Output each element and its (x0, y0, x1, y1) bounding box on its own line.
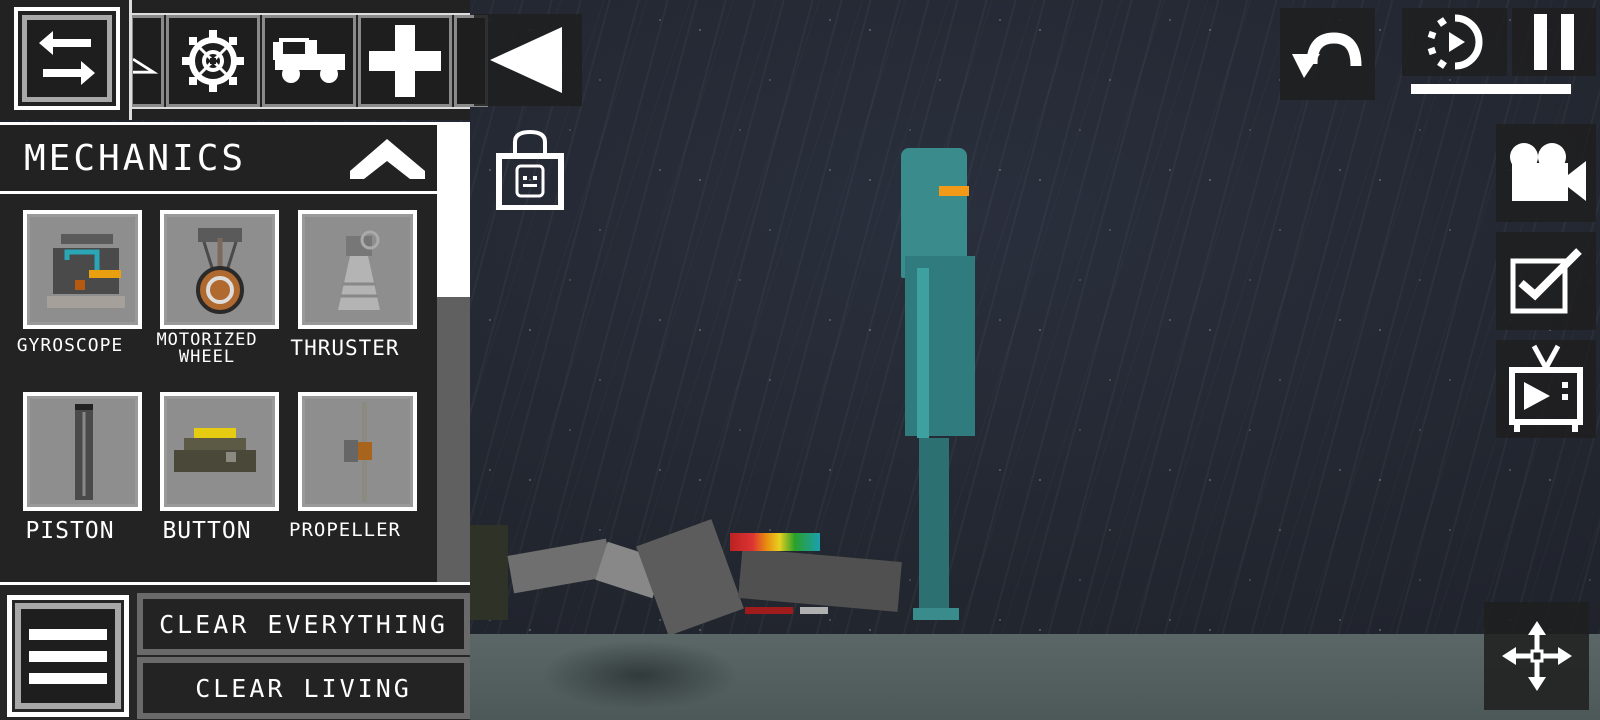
ground (470, 634, 1600, 720)
swap-button[interactable] (14, 7, 120, 110)
item-label: PISTON (25, 518, 115, 544)
item-thumbnail[interactable] (160, 210, 279, 329)
tv-button[interactable] (1496, 340, 1596, 438)
button-icon (173, 427, 256, 472)
motorized-wheel-icon (195, 227, 244, 314)
android-visor (939, 186, 969, 196)
android-torso (905, 256, 975, 436)
item-thumbnail[interactable] (23, 210, 142, 329)
camera-button[interactable] (1496, 124, 1596, 222)
slow-motion-button[interactable] (1402, 8, 1507, 76)
item-label: THRUSTER (290, 336, 400, 360)
tv-play-icon (1509, 344, 1583, 432)
triangle-left-icon (490, 27, 562, 93)
checkbox-checked-icon (1510, 248, 1582, 314)
undo-button[interactable] (1280, 8, 1375, 100)
item-label-line2: WHEEL (178, 347, 236, 367)
undo-arrow-icon (1291, 32, 1361, 78)
item-thumbnail[interactable] (23, 392, 142, 511)
pause-button[interactable] (1512, 8, 1596, 76)
collapse-panel-button[interactable] (474, 14, 582, 106)
item-thumbnail[interactable] (298, 392, 417, 511)
tab-vehicles[interactable] (262, 15, 356, 107)
category-header[interactable]: MECHANICS (0, 122, 437, 194)
lock-face-icon (496, 129, 564, 210)
lock-button[interactable] (490, 126, 570, 212)
clear-living-button[interactable]: CLEAR LIVING (137, 657, 470, 719)
android-leg (919, 438, 949, 613)
wreck-part (738, 548, 902, 612)
category-title: MECHANICS (24, 137, 247, 179)
tab-divider (129, 0, 132, 120)
android-foot (913, 608, 959, 620)
slow-motion-level-bar (1411, 84, 1571, 94)
gear-wheel-icon (182, 30, 244, 92)
ground-stain (540, 640, 740, 710)
swap-arrows-icon (39, 30, 95, 85)
item-label: GYROSCOPE (16, 335, 124, 356)
partial-tab-icon (133, 57, 159, 74)
hamburger-icon (15, 603, 121, 709)
item-scrollbar[interactable] (437, 122, 470, 582)
propeller-icon (343, 401, 372, 502)
move-arrows-icon (1501, 621, 1572, 691)
scrollbar-thumb[interactable] (437, 122, 470, 297)
wreck-part (636, 519, 744, 636)
move-tool-button[interactable] (1484, 602, 1589, 710)
piston-icon (74, 403, 93, 500)
pause-icon (1534, 14, 1574, 70)
wreck-part (470, 525, 508, 620)
health-bar-grey (800, 607, 828, 614)
select-button[interactable] (1496, 232, 1596, 330)
item-label: PROPELLER (289, 519, 401, 541)
item-grid: GYROSCOPE MOTORIZED WHEEL THRUSTER PISTO… (0, 194, 437, 582)
health-bar-red (745, 607, 793, 614)
rainbow-object (730, 533, 820, 551)
machinery-wreck[interactable] (470, 519, 902, 636)
jeep-icon (273, 38, 345, 83)
item-thumbnail[interactable] (298, 210, 417, 329)
android-torso-highlight (917, 268, 929, 438)
clear-everything-label: CLEAR EVERYTHING (143, 599, 464, 649)
gyroscope-icon (46, 233, 125, 308)
slow-motion-icon (1427, 14, 1482, 70)
bottom-panel: CLEAR EVERYTHING CLEAR LIVING (0, 582, 470, 720)
android-character[interactable] (895, 148, 975, 628)
thruster-icon (337, 230, 380, 310)
movie-camera-icon (1510, 143, 1586, 201)
category-tab-bar (0, 0, 488, 120)
tab-medical[interactable] (358, 15, 452, 107)
plus-icon (369, 25, 441, 97)
menu-button[interactable] (7, 595, 129, 717)
tab-partial-previous[interactable] (130, 15, 164, 107)
chevron-up-icon[interactable] (350, 135, 425, 183)
clear-living-label: CLEAR LIVING (143, 663, 464, 713)
wreck-part (507, 538, 613, 594)
item-thumbnail[interactable] (160, 392, 279, 511)
tab-mechanics[interactable] (166, 15, 260, 107)
item-label: BUTTON (162, 518, 252, 544)
tab-strip[interactable] (130, 13, 488, 109)
clear-everything-button[interactable]: CLEAR EVERYTHING (137, 593, 470, 655)
